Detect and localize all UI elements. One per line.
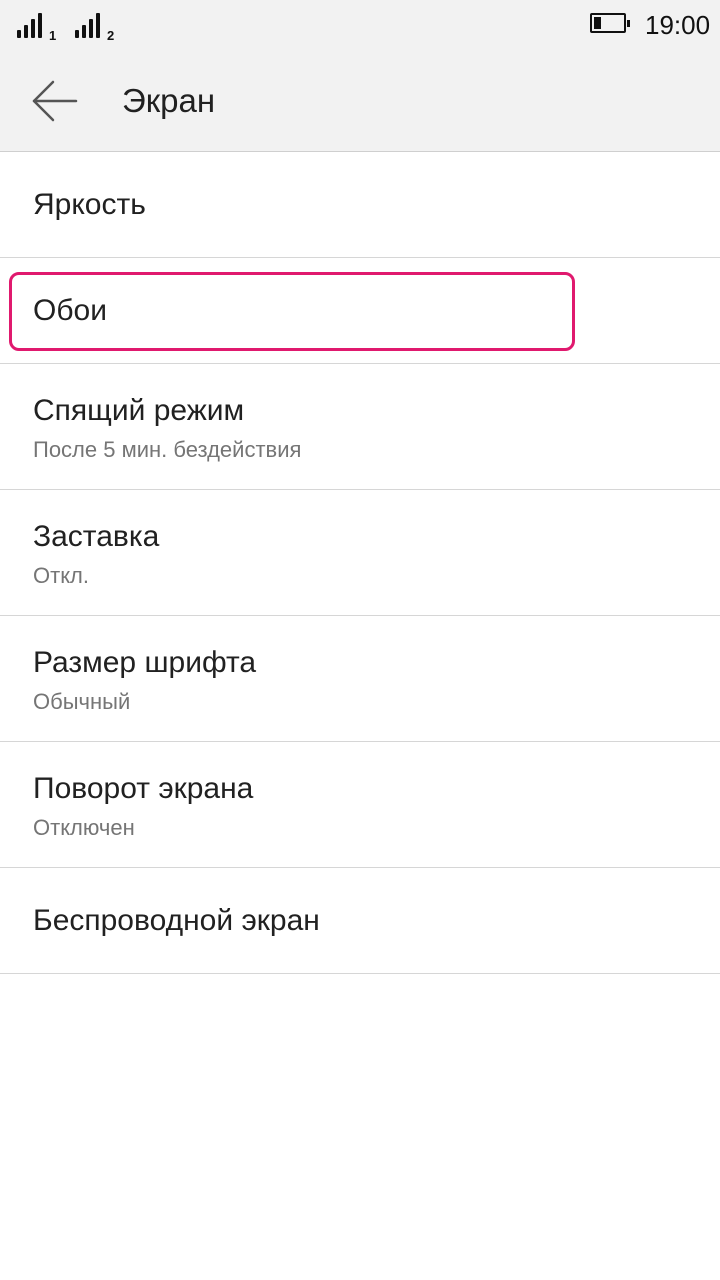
setting-title: Поворот экрана bbox=[33, 772, 254, 805]
settings-list: Яркость Обои Спящий режим После 5 мин. б… bbox=[0, 152, 720, 974]
sim1-label: 1 bbox=[49, 28, 57, 43]
status-time: 19:00 bbox=[645, 10, 711, 40]
back-button[interactable] bbox=[22, 72, 84, 130]
arrow-left-icon bbox=[32, 80, 78, 122]
setting-subtitle: Отключен bbox=[33, 815, 135, 840]
setting-wireless-display[interactable]: Беспроводной экран bbox=[0, 868, 720, 974]
sim1-signal-icon: 1 bbox=[17, 12, 56, 42]
setting-wallpaper[interactable]: Обои bbox=[0, 258, 720, 364]
setting-subtitle: Обычный bbox=[33, 689, 131, 714]
setting-subtitle: После 5 мин. бездействия bbox=[33, 437, 302, 462]
battery-level bbox=[594, 17, 601, 29]
setting-auto-rotate[interactable]: Поворот экрана Отключен bbox=[0, 742, 720, 868]
setting-title: Размер шрифта bbox=[33, 646, 257, 679]
sim2-label: 2 bbox=[107, 28, 115, 43]
setting-brightness[interactable]: Яркость bbox=[0, 152, 720, 258]
setting-title: Беспроводной экран bbox=[33, 904, 320, 937]
setting-font-size[interactable]: Размер шрифта Обычный bbox=[0, 616, 720, 742]
setting-title: Яркость bbox=[33, 188, 146, 221]
setting-subtitle: Откл. bbox=[33, 563, 90, 588]
sim2-signal-icon: 2 bbox=[75, 12, 114, 42]
setting-title: Обои bbox=[33, 294, 107, 327]
setting-sleep[interactable]: Спящий режим После 5 мин. бездействия bbox=[0, 364, 720, 490]
setting-title: Заставка bbox=[33, 520, 160, 553]
battery-icon bbox=[590, 13, 630, 33]
status-bar: 1 2 19:00 bbox=[0, 0, 720, 52]
setting-screensaver[interactable]: Заставка Откл. bbox=[0, 490, 720, 616]
setting-title: Спящий режим bbox=[33, 394, 245, 427]
page-title: Экран bbox=[122, 82, 216, 119]
app-bar: Экран bbox=[0, 52, 720, 152]
